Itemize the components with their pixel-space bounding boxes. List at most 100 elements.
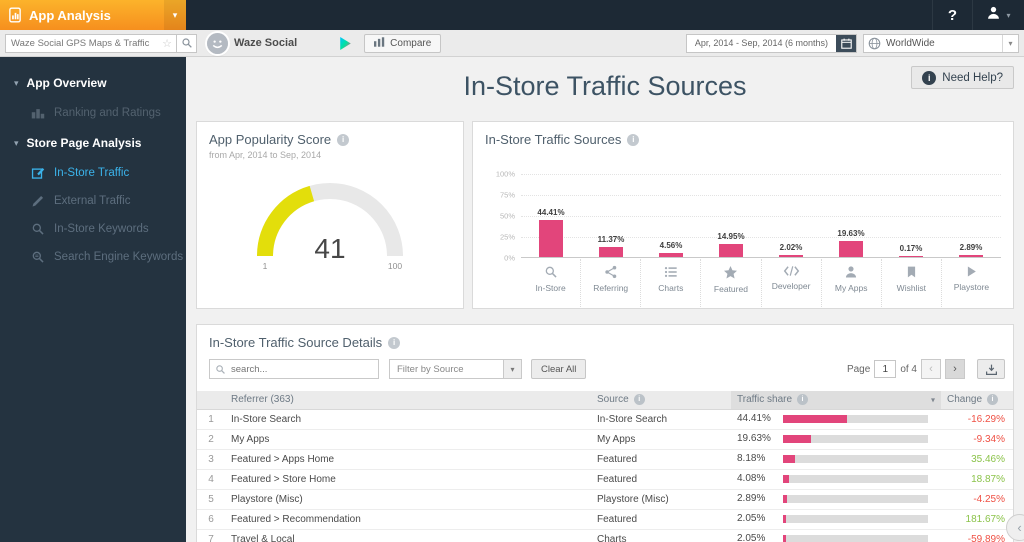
clear-all-button[interactable]: Clear All [531, 359, 587, 379]
calendar-icon[interactable] [836, 34, 856, 52]
sidebar-section-app-overview[interactable]: ▾ App Overview [0, 67, 186, 99]
chevron-down-icon: ▾ [1006, 10, 1011, 20]
compare-button[interactable]: Compare [364, 33, 442, 53]
table-row[interactable]: 6 Featured > Recommendation Featured 2.05% 1… [197, 509, 1013, 530]
category-label: Developer [771, 281, 811, 291]
traffic-share-value: 8.18% [737, 453, 766, 465]
traffic-share-bar-fill [783, 414, 848, 423]
table-row[interactable]: 7 Travel & Local Charts 2.05% -59.89% [197, 529, 1013, 542]
compare-label: Compare [390, 37, 432, 49]
table-row[interactable]: 4 Featured > Store Home Featured 4.08% 18.87… [197, 469, 1013, 490]
bar-slot-my-apps: 19.63% [821, 174, 881, 257]
chevron-down-icon: ▾ [503, 360, 521, 378]
person-icon [844, 265, 858, 279]
export-button[interactable] [977, 359, 1005, 379]
favorite-star-icon[interactable]: ☆ [162, 37, 176, 50]
app-search-input[interactable] [6, 37, 163, 49]
row-source: Featured [591, 469, 731, 490]
traffic-share-bar [783, 474, 928, 483]
edit-square-icon [30, 166, 45, 180]
search-button[interactable] [177, 33, 197, 53]
bar-value-label: 14.95% [717, 232, 745, 242]
row-source: Playstore (Misc) [591, 489, 731, 510]
sidebar-item-label: Search Engine Keywords [54, 251, 184, 263]
y-axis-label: 75% [499, 190, 515, 200]
bar-slot-in-store: 44.41% [521, 174, 581, 257]
filter-by-source-select[interactable]: Filter by Source ▾ [389, 359, 522, 379]
category-label: Featured [713, 284, 748, 294]
row-source: Featured [591, 509, 731, 530]
sidebar-item-search-engine-keywords[interactable]: Search Engine Keywords [0, 243, 186, 271]
table-row[interactable]: 2 My Apps My Apps 19.63% -9.34% [197, 429, 1013, 450]
next-page-button[interactable]: › [945, 359, 965, 379]
page-total-label: of 4 [900, 363, 917, 375]
traffic-share-bar [783, 514, 928, 523]
help-button[interactable]: ? [932, 0, 972, 30]
chevron-down-icon[interactable]: ▾ [164, 0, 186, 30]
traffic-share-bar-fill [783, 434, 812, 443]
account-button[interactable]: ▾ [972, 0, 1024, 30]
bar-slot-developer: 2.02% [761, 174, 821, 257]
table-search-input[interactable] [226, 363, 378, 375]
sort-chevron-down-icon: ▾ [930, 395, 935, 405]
popularity-card-title: App Popularity Score [209, 132, 332, 147]
traffic-share-bar-fill [783, 514, 786, 523]
bar-playstore [959, 254, 983, 257]
bar-slot-featured: 14.95% [701, 174, 761, 257]
bar-value-label: 19.63% [837, 228, 865, 238]
chevron-down-icon: ▾ [14, 77, 19, 88]
table-row[interactable]: 1 In-Store Search In-Store Search 44.41% -16… [197, 409, 1013, 430]
mobile-app-icon [9, 7, 21, 23]
bar-slot-referring: 11.37% [581, 174, 641, 257]
table-row[interactable]: 3 Featured > Apps Home Featured 8.18% 35.46% [197, 449, 1013, 470]
date-range-picker[interactable]: Apr, 2014 - Sep, 2014 (6 months) [685, 33, 857, 53]
bar-value-label: 2.89% [959, 242, 983, 252]
bar-in-store [539, 219, 563, 257]
row-number: 4 [197, 469, 225, 490]
sidebar-item-in-store-traffic[interactable]: In-Store Traffic [0, 159, 186, 187]
row-referrer: Travel & Local [225, 529, 591, 542]
column-header-number [197, 391, 225, 410]
info-icon[interactable]: i [797, 394, 809, 406]
app-search: ☆ [5, 33, 197, 53]
table-row[interactable]: 5 Playstore (Misc) Playstore (Misc) 2.89% -4… [197, 489, 1013, 510]
category-label: Charts [658, 283, 684, 293]
info-icon[interactable]: i [633, 394, 645, 406]
y-axis-label: 100% [495, 169, 515, 179]
prev-page-button[interactable]: ‹ [921, 359, 941, 379]
table-header-row: Referrer (363) Source i Traffic share i ▾ … [197, 391, 1013, 410]
app-analysis-menu[interactable]: App Analysis ▾ [0, 0, 186, 30]
column-header-traffic-share[interactable]: Traffic share i ▾ [731, 391, 941, 410]
bar-wishlist [899, 256, 923, 257]
row-referrer: In-Store Search [225, 409, 591, 430]
sidebar-item-in-store-keywords[interactable]: In-Store Keywords [0, 215, 186, 243]
region-select[interactable]: WorldWide ▾ [863, 33, 1019, 53]
search-icon [215, 364, 226, 375]
sidebar-section-store-page-analysis[interactable]: ▾ Store Page Analysis [0, 127, 186, 159]
app-toolbar: ☆ Waze Social Compare Apr, 2014 - Sep, 2… [0, 30, 1024, 57]
details-card-title: In-Store Traffic Source Details [209, 335, 383, 350]
row-referrer: Featured > Store Home [225, 469, 591, 490]
category-referring: Referring [581, 259, 642, 307]
row-referrer: Featured > Recommendation [225, 509, 591, 530]
info-icon[interactable]: i [987, 394, 999, 406]
row-change: -16.29% [941, 409, 1013, 430]
code-icon [783, 265, 800, 277]
main-content: i Need Help? In-Store Traffic Sources Ap… [186, 57, 1024, 542]
traffic-share-bar [783, 434, 928, 443]
bar-referring [599, 247, 623, 257]
sidebar-item-external-traffic[interactable]: External Traffic [0, 187, 186, 215]
traffic-share-value: 4.08% [737, 473, 766, 485]
info-icon[interactable]: i [627, 133, 640, 146]
sidebar-item-ranking-and-ratings[interactable]: Ranking and Ratings [0, 99, 186, 127]
page-number-input[interactable] [874, 360, 897, 378]
traffic-sources-chart-card: In-Store Traffic Sources i 100% 75% 50% 25%… [472, 121, 1014, 309]
info-icon[interactable]: i [337, 133, 350, 146]
row-source: My Apps [591, 429, 731, 450]
sidebar-section-label: Store Page Analysis [26, 136, 142, 150]
info-icon[interactable]: i [388, 336, 401, 349]
google-play-icon[interactable] [339, 36, 352, 51]
region-value: WorldWide [886, 37, 935, 49]
share-icon [604, 265, 618, 279]
